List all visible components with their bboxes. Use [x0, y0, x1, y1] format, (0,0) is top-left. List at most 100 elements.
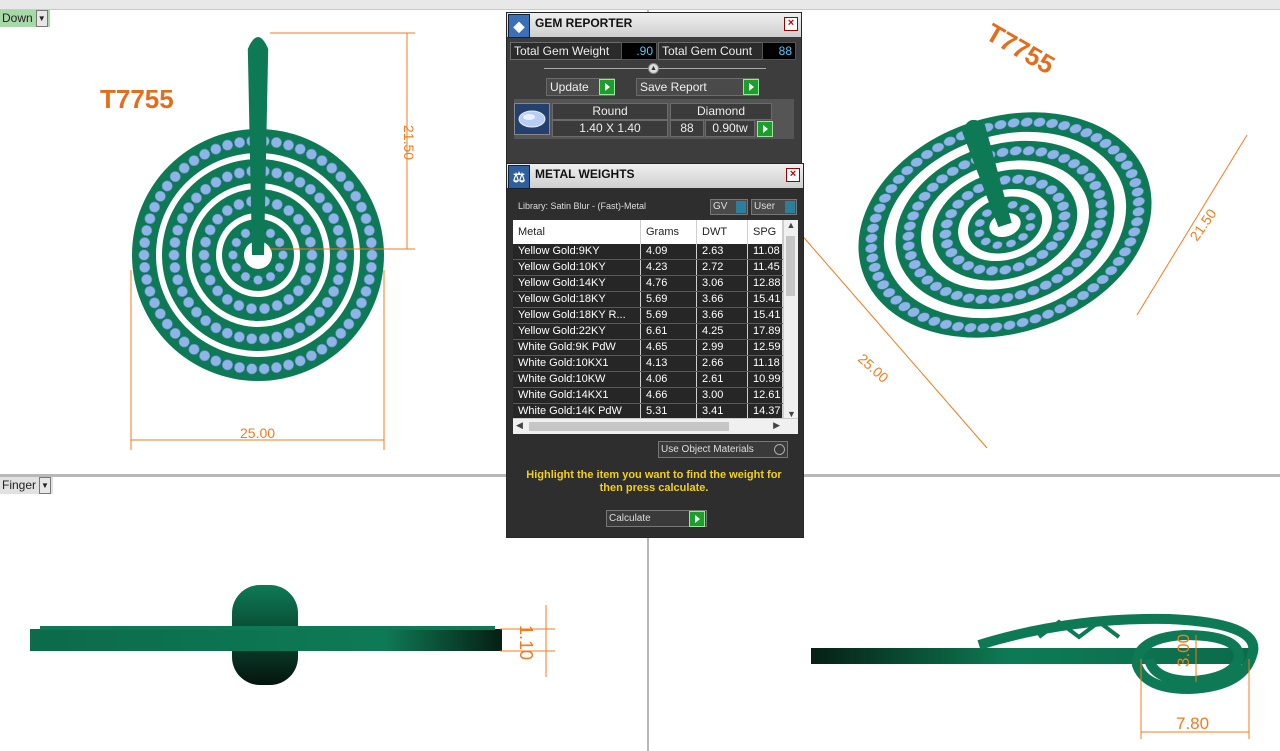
table-row[interactable]: Yellow Gold:14KY 4.76 3.06 12.88	[513, 276, 783, 292]
dwt-value: 4.25	[697, 324, 748, 339]
update-go-icon[interactable]	[599, 79, 615, 95]
save-report-go-icon[interactable]	[743, 79, 759, 95]
calculate-go-icon[interactable]	[689, 511, 705, 527]
metal-weights-title: METAL WEIGHTS	[535, 167, 635, 181]
column-header-metal[interactable]: Metal	[513, 220, 641, 244]
loop-width-dimension: 7.80	[1176, 714, 1209, 733]
loop-height-dimension: 3.00	[1174, 634, 1193, 667]
gem-stone	[178, 336, 190, 348]
dwt-value: 2.66	[697, 356, 748, 371]
scroll-left-icon[interactable]: ◀	[516, 420, 523, 431]
gem-stone	[190, 306, 202, 318]
gem-stone	[161, 180, 173, 192]
column-header-grams[interactable]: Grams	[641, 220, 697, 244]
gem-stone	[292, 285, 304, 297]
table-row[interactable]: Yellow Gold:22KY 6.61 4.25 17.89	[513, 324, 783, 340]
gem-stone	[172, 274, 184, 286]
gem-stone	[233, 167, 245, 179]
gem-stone	[336, 249, 348, 261]
use-object-materials-toggle[interactable]: Use Object Materials	[658, 441, 788, 458]
gem-stone	[321, 296, 333, 308]
gem-stone	[240, 271, 251, 282]
metal-weights-table[interactable]: Metal Grams DWT SPG Yellow Gold:9KY 4.09 2…	[513, 220, 798, 434]
spg-value: 11.45	[748, 260, 783, 275]
spg-value: 12.61	[748, 388, 783, 403]
gem-stone	[144, 285, 156, 297]
round-diamond-icon	[514, 103, 550, 135]
gem-shape: Round	[552, 103, 668, 120]
viewport-menu-finger[interactable]: Finger ▼	[0, 477, 54, 494]
total-gem-weight-value: .90	[621, 42, 657, 60]
gv-toggle[interactable]: GV	[710, 199, 748, 215]
column-header-spg[interactable]: SPG	[748, 220, 783, 244]
close-icon[interactable]: ×	[784, 17, 798, 31]
gem-stone	[222, 359, 234, 371]
column-header-dwt[interactable]: DWT	[697, 220, 748, 244]
metal-weights-titlebar[interactable]: ⚖ METAL WEIGHTS ×	[507, 164, 803, 189]
scroll-thumb[interactable]	[786, 236, 795, 296]
user-toggle[interactable]: User	[751, 199, 797, 215]
gem-stone	[169, 171, 181, 183]
table-row[interactable]: Yellow Gold:10KY 4.23 2.72 11.45	[513, 260, 783, 276]
gem-reporter-panel: ◆ GEM REPORTER × Total Gem Weight .90 To…	[506, 12, 802, 174]
dropdown-arrow-icon[interactable]: ▼	[39, 477, 52, 494]
gem-stone	[271, 299, 283, 311]
metal-name: Yellow Gold:18KY	[513, 292, 641, 307]
gem-stone	[278, 250, 288, 260]
gem-stone	[154, 190, 166, 202]
gem-summary-row[interactable]: Round Diamond 1.40 X 1.40 88 0.90tw	[514, 99, 794, 139]
table-row[interactable]: White Gold:14KX1 4.66 3.00 12.61	[513, 388, 783, 404]
table-row[interactable]: White Gold:9K PdW 4.65 2.99 12.59	[513, 340, 783, 356]
table-row[interactable]: Yellow Gold:9KY 4.09 2.63 11.08	[513, 244, 783, 260]
gem-stone	[350, 308, 362, 320]
scroll-thumb[interactable]	[529, 422, 729, 431]
spg-value: 11.18	[748, 356, 783, 371]
grams-value: 4.09	[641, 244, 697, 259]
gem-stone	[139, 261, 151, 273]
gem-stone	[294, 143, 306, 155]
viewport-menu-down[interactable]: Down ▼	[0, 10, 50, 27]
table-row[interactable]: White Gold:10KX1 4.13 2.66 11.18	[513, 356, 783, 372]
metal-name: Yellow Gold:10KY	[513, 260, 641, 275]
gem-stone	[169, 262, 181, 274]
gem-stone	[300, 224, 312, 236]
metal-name: Yellow Gold:14KY	[513, 276, 641, 291]
grams-value: 6.61	[641, 324, 697, 339]
gem-stone	[210, 322, 222, 334]
gem-stone	[183, 296, 195, 308]
dropdown-arrow-icon[interactable]: ▼	[35, 10, 48, 27]
gem-stone	[245, 303, 257, 315]
gem-stone	[212, 285, 224, 297]
width-dimension-perspective: 25.00	[855, 350, 892, 385]
gem-stone	[231, 237, 242, 248]
gem-stone	[332, 274, 344, 286]
save-report-button[interactable]: Save Report	[636, 78, 759, 96]
gem-weight: 0.90tw	[705, 120, 755, 137]
gem-stone	[190, 192, 202, 204]
gem-stone	[176, 285, 188, 297]
table-horizontal-scrollbar[interactable]: ◀ ▶	[513, 418, 798, 434]
table-vertical-scrollbar[interactable]: ▲ ▼	[783, 220, 798, 419]
gem-stone	[335, 327, 347, 339]
scroll-up-icon[interactable]: ▲	[787, 220, 796, 230]
gem-stone	[283, 171, 295, 183]
gem-stone	[265, 271, 276, 282]
grams-value: 4.06	[641, 372, 697, 387]
gem-reporter-titlebar[interactable]: ◆ GEM REPORTER ×	[507, 13, 801, 38]
close-icon[interactable]: ×	[786, 168, 800, 182]
table-row[interactable]: Yellow Gold:18KY 5.69 3.66 15.41	[513, 292, 783, 308]
viewport-label: Down	[2, 11, 33, 25]
gem-stone	[304, 315, 316, 327]
grams-value: 4.76	[641, 276, 697, 291]
scroll-right-icon[interactable]: ▶	[773, 420, 780, 431]
report-slider-knob[interactable]: ▲	[648, 63, 659, 74]
gem-stone	[274, 262, 285, 273]
gem-stone	[270, 361, 282, 373]
gem-stone	[234, 137, 246, 149]
gem-detail-go-icon[interactable]	[757, 121, 773, 137]
table-row[interactable]: White Gold:10KW 4.06 2.61 10.99	[513, 372, 783, 388]
table-row[interactable]: Yellow Gold:18KY R... 5.69 3.66 15.41	[513, 308, 783, 324]
gem-stone	[198, 249, 210, 261]
gem-stone	[271, 199, 283, 211]
gem-stone	[183, 202, 195, 214]
